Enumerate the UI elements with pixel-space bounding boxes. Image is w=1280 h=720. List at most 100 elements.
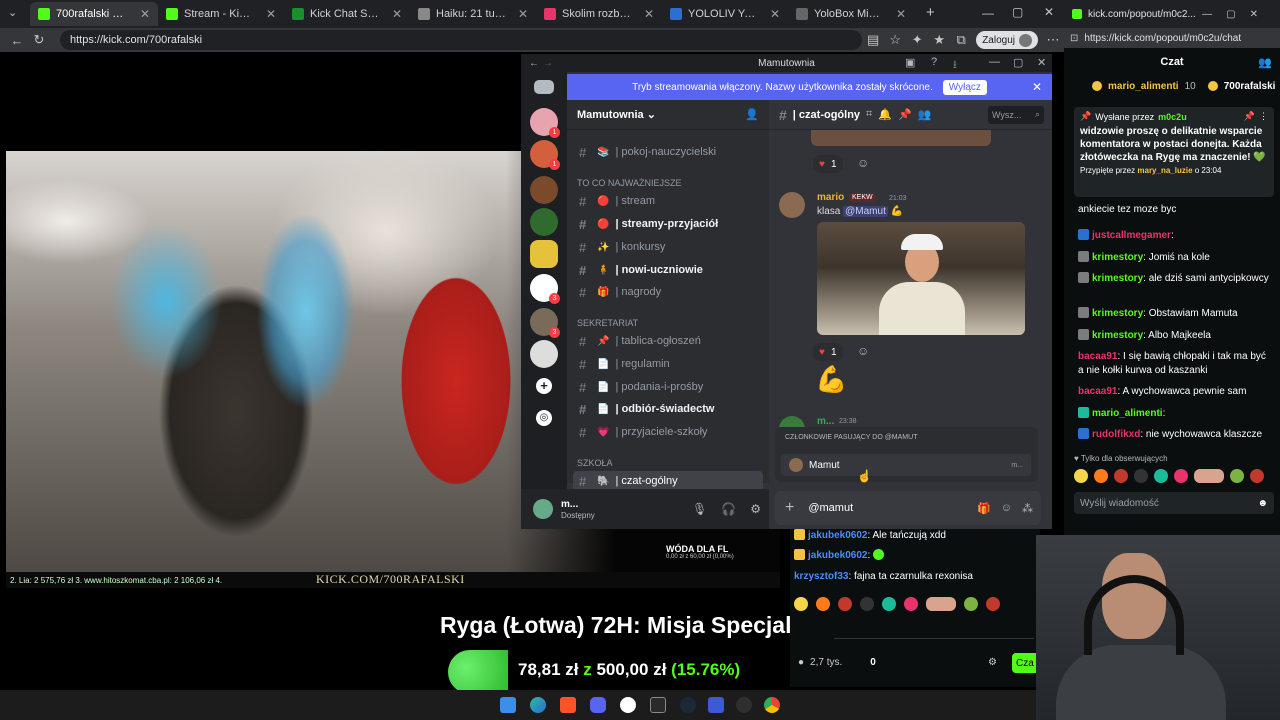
close-icon[interactable]: ✕ [890, 7, 906, 21]
favorites-icon[interactable]: ★ [928, 32, 950, 48]
search-input[interactable]: Wysz... ⌕ [988, 105, 1044, 124]
emote-icon[interactable] [1074, 469, 1088, 483]
unpin-icon[interactable]: 📌 [1244, 111, 1255, 122]
close-icon[interactable]: ✕ [512, 7, 528, 21]
forward-icon[interactable]: → [543, 58, 553, 69]
maximize-icon[interactable]: ▢ [1012, 5, 1023, 19]
channel-item[interactable]: # 📚 | pokoj-nauczycielski [573, 142, 763, 162]
emoji-icon[interactable]: ☻ [1257, 498, 1268, 509]
mamutownia-server-icon[interactable] [530, 176, 558, 204]
close-icon[interactable]: ✕ [638, 7, 654, 21]
server-header[interactable]: Mamutownia ⌄ 👤 [567, 100, 769, 130]
server-icon[interactable]: 1 [530, 140, 560, 170]
reader-icon[interactable]: ▤ [862, 32, 884, 48]
channel-item[interactable]: # 🐘 | czat-ogólny [573, 471, 763, 491]
close-icon[interactable]: ✕ [1037, 56, 1046, 69]
emote-icon[interactable] [1094, 469, 1108, 483]
channel-category[interactable]: SZKOŁA [577, 458, 613, 468]
tab-dashboard[interactable]: Stream - Kick Dashboard ✕ [158, 2, 284, 26]
message-photo[interactable] [817, 222, 1025, 335]
emote-icon[interactable] [926, 597, 956, 611]
tab-stream[interactable]: 700rafalski Stream - ✕ [30, 2, 158, 26]
suggestion-item[interactable]: Mamut m... [781, 454, 1031, 476]
channel-item[interactable]: # 🎁 | nagrody [573, 282, 763, 302]
close-icon[interactable]: ✕ [134, 7, 150, 21]
new-tab-icon[interactable]: + [926, 4, 935, 21]
channel-category[interactable]: TO CO NAJWAŻNIEJSZE [577, 178, 682, 188]
send-message-input[interactable]: Wyślij wiadomość ☻ [1074, 492, 1274, 514]
channel-item[interactable]: # 🧍 | nowi-uczniowie [573, 260, 763, 280]
add-member-icon[interactable]: 👤 [745, 108, 759, 121]
tab-yolobox[interactable]: YoloBox Mini: Portable a ✕ [788, 2, 914, 26]
emote-icon[interactable] [794, 597, 808, 611]
app2-icon[interactable] [708, 697, 724, 713]
emoji-icon[interactable]: ☺ [1001, 502, 1012, 515]
discord-icon[interactable] [590, 697, 606, 713]
server-icon[interactable]: 3 [530, 308, 560, 338]
message-input[interactable]: @mamut [808, 502, 853, 514]
emote-icon[interactable] [986, 597, 1000, 611]
more-menu-icon[interactable]: ⋯ [1042, 32, 1064, 48]
channel-item[interactable]: # 🔴 | stream [573, 191, 763, 211]
channel-category[interactable]: SEKRETARIAT [577, 318, 638, 328]
members-icon[interactable]: 👥 [918, 108, 932, 121]
url-field[interactable]: https://kick.com/700rafalski [60, 30, 863, 50]
channel-item[interactable]: # 📄 | regulamin [573, 354, 763, 374]
steam-icon[interactable] [680, 697, 696, 713]
chat-users-icon[interactable]: 👥 [1258, 56, 1272, 69]
close-icon[interactable]: ✕ [260, 7, 276, 21]
channel-item[interactable]: # 📌 | tablica-ogłoszeń [573, 331, 763, 351]
add-reaction-icon[interactable]: ☺ [857, 156, 869, 170]
maximize-icon[interactable]: ▢ [1013, 56, 1023, 69]
extensions-icon[interactable]: ✦ [906, 32, 928, 48]
threads-icon[interactable]: ⌗ [866, 108, 872, 121]
channel-item[interactable]: # 📄 | podania-i-prośby [573, 377, 763, 397]
server-icon[interactable]: 3 [530, 274, 560, 304]
login-button[interactable]: Zaloguj [976, 31, 1038, 49]
inbox-icon[interactable]: ▣ [905, 56, 915, 69]
close-icon[interactable]: ✕ [764, 7, 780, 21]
disable-streamer-mode-button[interactable]: Wyłącz [942, 79, 987, 95]
emote-icon[interactable] [838, 597, 852, 611]
tab-yololiv[interactable]: YOLOLIV YoloBox Mini ✕ [662, 2, 788, 26]
server-icon[interactable]: 1 [530, 108, 560, 138]
reaction-heart[interactable]: ♥ 1 [813, 155, 843, 173]
add-attachment-icon[interactable]: + [785, 499, 794, 517]
windows-icon[interactable] [500, 697, 516, 713]
brave-icon[interactable] [560, 697, 576, 713]
emote-icon[interactable] [1194, 469, 1224, 483]
headphones-icon[interactable]: 🎧 [721, 502, 736, 516]
explore-icon[interactable]: ◎ [536, 410, 552, 426]
avatar[interactable] [533, 499, 553, 519]
minimize-icon[interactable]: — [982, 6, 994, 20]
tab-haku[interactable]: Haiku: 21 tulosta hakueh ✕ [410, 2, 536, 26]
emote-icon[interactable] [964, 597, 978, 611]
close-icon[interactable]: ✕ [386, 7, 402, 21]
emote-icon[interactable] [1114, 469, 1128, 483]
emote-icon[interactable] [882, 597, 896, 611]
chat-input[interactable] [834, 619, 1034, 639]
tab-menu-icon[interactable]: ⌄ [8, 6, 17, 19]
message-composer[interactable]: + @mamut 🎁 ☺ ⁂ [775, 491, 1041, 525]
emote-icon[interactable] [860, 597, 874, 611]
collections-icon[interactable]: ⧉ [950, 32, 972, 48]
settings-icon[interactable]: ⚙ [988, 657, 997, 668]
tab-youtube[interactable]: Skolim rozbie*a Blankę - ✕ [536, 2, 662, 26]
channel-item[interactable]: # 💗 | przyjaciele-szkoły [573, 422, 763, 442]
avatar[interactable] [779, 192, 805, 218]
edge-icon[interactable] [530, 697, 546, 713]
emote-bar[interactable] [794, 597, 1000, 611]
emote-icon[interactable] [1134, 469, 1148, 483]
add-server-icon[interactable]: + [536, 378, 552, 394]
add-reaction-icon[interactable]: ☺ [857, 344, 869, 358]
emote-icon[interactable] [1250, 469, 1264, 483]
reaction-heart[interactable]: ♥ 1 [813, 343, 843, 361]
apps-icon[interactable]: ⁂ [1022, 502, 1033, 515]
obs-icon[interactable] [736, 697, 752, 713]
chrome-icon[interactable] [764, 697, 780, 713]
channel-item[interactable]: # ✨ | konkursy [573, 237, 763, 257]
minimize-icon[interactable]: — [989, 56, 1000, 68]
emote-icon[interactable] [904, 597, 918, 611]
server-icon[interactable] [530, 340, 558, 368]
back-icon[interactable]: ← [529, 58, 539, 69]
